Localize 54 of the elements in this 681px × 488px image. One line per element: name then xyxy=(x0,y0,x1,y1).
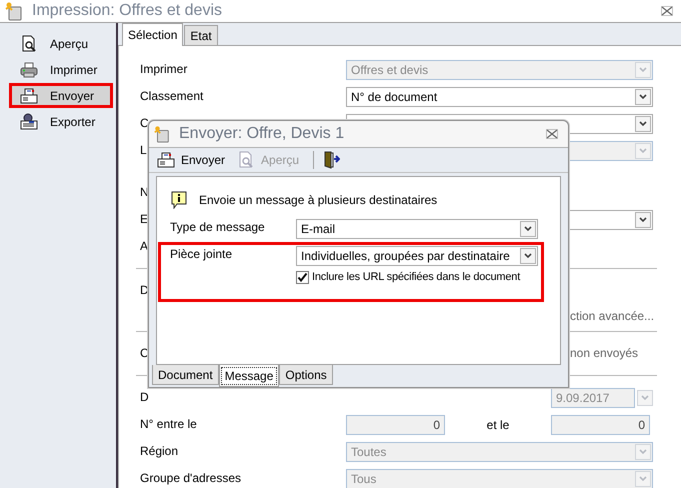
field-label: E xyxy=(140,211,148,227)
caret-icon xyxy=(524,252,532,259)
caret-icon xyxy=(639,217,647,223)
tab[interactable]: Options xyxy=(279,365,333,385)
preview-icon xyxy=(20,34,38,52)
exit-door-icon xyxy=(322,150,340,169)
caret-icon xyxy=(639,94,647,100)
caret-icon xyxy=(639,121,647,127)
info-text: Envoie un message à plusieurs destinataires xyxy=(199,192,438,207)
caret-icon xyxy=(639,449,647,455)
link-text[interactable]: ction avancée... xyxy=(570,309,654,323)
dialog-title: Envoyer: Offre, Devis 1 xyxy=(179,124,346,143)
close-icon[interactable] xyxy=(661,6,673,16)
tab[interactable]: Etat xyxy=(184,25,218,45)
sidebar-item[interactable]: Aperçu xyxy=(9,31,113,56)
field-label: Classement xyxy=(140,88,204,104)
sidebar-item[interactable]: Imprimer xyxy=(9,57,113,82)
field-label: C xyxy=(140,115,149,131)
app-icon xyxy=(153,124,171,143)
checkbox[interactable] xyxy=(296,270,309,284)
caret-icon xyxy=(639,148,647,154)
caret-icon xyxy=(639,476,647,482)
export-icon xyxy=(20,112,38,130)
field-label: et le xyxy=(486,418,510,432)
field-label: N° entre le xyxy=(140,416,197,432)
field-label: Région xyxy=(140,443,178,459)
caret-icon xyxy=(639,67,647,73)
tab[interactable]: Document xyxy=(152,365,219,385)
field-label: L xyxy=(140,142,147,158)
field-label: Imprimer xyxy=(140,61,188,77)
dropdown[interactable]: N° de document xyxy=(346,87,653,107)
caret-icon xyxy=(524,226,532,232)
tab[interactable]: Sélection xyxy=(122,23,184,46)
dropdown[interactable]: Individuelles, groupées par destinataire xyxy=(296,246,538,266)
window-title: Impression: Offres et devis xyxy=(32,2,223,20)
info-icon xyxy=(171,190,187,209)
field-label: Pièce jointe xyxy=(170,246,234,261)
tab[interactable]: Message xyxy=(218,365,280,387)
send-button[interactable]: Envoyer xyxy=(155,148,234,171)
field-label: Groupe d'adresses xyxy=(140,470,242,486)
checkbox-label[interactable]: Inclure les URL spécifiées dans le document xyxy=(312,271,520,284)
printer-icon xyxy=(20,60,38,78)
sidebar-item[interactable]: Envoyer xyxy=(9,83,113,108)
checkbox-label: non envoyés xyxy=(570,345,638,360)
preview-icon xyxy=(237,150,256,169)
caret-icon xyxy=(641,395,649,401)
field-label: Type de message xyxy=(170,218,266,234)
app-icon xyxy=(4,1,24,21)
sidebar-item[interactable]: Exporter xyxy=(9,109,113,134)
send-icon xyxy=(157,150,175,169)
field-label: D xyxy=(140,389,149,405)
close-icon[interactable] xyxy=(546,128,558,139)
dropdown[interactable]: E-mail xyxy=(296,218,538,239)
send-icon xyxy=(20,86,38,104)
